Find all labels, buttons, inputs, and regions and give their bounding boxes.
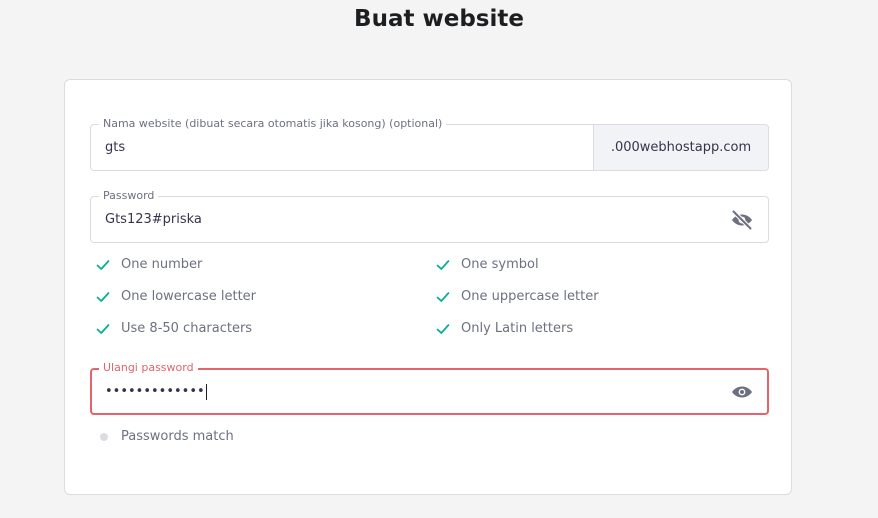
website-name-field[interactable]: Nama website (dibuat secara otomatis jik… xyxy=(90,116,769,171)
masked-password: ••••••••••••• xyxy=(105,384,205,399)
password-input[interactable]: Gts123#priska xyxy=(105,197,202,242)
repeat-password-field[interactable]: Ulangi password ••••••••••••• xyxy=(90,360,769,415)
check-icon xyxy=(96,324,110,334)
create-website-card: Nama website (dibuat secara otomatis jik… xyxy=(64,79,792,495)
domain-suffix: .000webhostapp.com xyxy=(593,125,768,170)
requirement-label: One symbol xyxy=(461,257,539,272)
check-icon xyxy=(436,260,450,270)
page-title: Buat website xyxy=(354,6,524,32)
check-icon xyxy=(436,292,450,302)
requirement-label: Only Latin letters xyxy=(461,321,574,336)
requirement-label: One lowercase letter xyxy=(121,289,257,304)
requirement-label: Use 8-50 characters xyxy=(121,321,253,336)
repeat-password-input[interactable]: ••••••••••••• xyxy=(105,369,207,414)
requirement-label: One uppercase letter xyxy=(461,289,599,304)
check-icon xyxy=(96,260,110,270)
eye-icon[interactable] xyxy=(730,380,754,404)
requirement-label: One number xyxy=(121,257,203,272)
passwords-match-label: Passwords match xyxy=(121,429,234,444)
password-field[interactable]: Password Gts123#priska xyxy=(90,188,769,243)
eye-off-icon[interactable] xyxy=(730,208,754,232)
pending-dot-icon xyxy=(100,433,108,441)
check-icon xyxy=(436,324,450,334)
website-name-input[interactable]: gts xyxy=(105,125,125,170)
text-cursor xyxy=(205,383,207,400)
website-name-label: Nama website (dibuat secara otomatis jik… xyxy=(99,116,447,132)
check-icon xyxy=(96,292,110,302)
